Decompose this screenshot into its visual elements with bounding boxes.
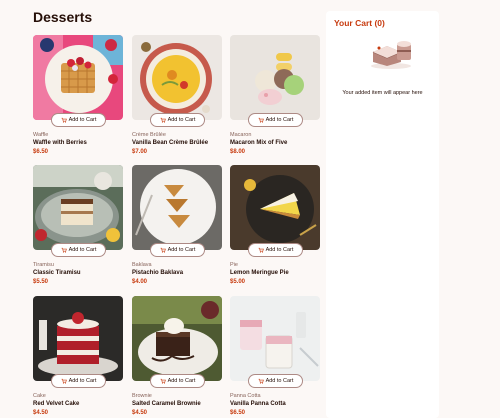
creme-brulee-photo [132, 35, 222, 120]
product-price: $8.00 [230, 149, 246, 155]
baklava-photo [132, 165, 222, 250]
page-title: Desserts [33, 9, 93, 25]
add-to-cart-button[interactable]: Add to Cart [51, 243, 106, 257]
tiramisu-photo [33, 165, 123, 250]
add-to-cart-icon [258, 378, 264, 384]
macaron-photo [230, 35, 320, 120]
add-to-cart-button[interactable]: Add to Cart [248, 243, 303, 257]
product-price: $7.00 [132, 149, 148, 155]
product-price: $5.50 [33, 279, 49, 285]
add-to-cart-icon [61, 247, 67, 253]
pie-photo [230, 165, 320, 250]
add-to-cart-button[interactable]: Add to Cart [248, 113, 303, 127]
product-price: $4.50 [33, 410, 49, 416]
product-price: $4.00 [132, 279, 148, 285]
brownie-photo [132, 296, 222, 381]
product-category: Pie [230, 262, 238, 268]
product-price: $6.50 [33, 149, 49, 155]
add-to-cart-label: Add to Cart [68, 378, 97, 384]
add-to-cart-button[interactable]: Add to Cart [248, 374, 303, 388]
panna-cotta-photo [230, 296, 320, 381]
empty-cart-cake-icon [371, 41, 411, 69]
product-name: Classic Tiramisu [33, 270, 81, 276]
product-name: Pistachio Baklava [132, 270, 184, 276]
product-category: Baklava [132, 262, 152, 268]
add-to-cart-button[interactable]: Add to Cart [51, 374, 106, 388]
cake-photo [33, 296, 123, 381]
add-to-cart-label: Add to Cart [265, 117, 294, 123]
add-to-cart-icon [61, 378, 67, 384]
add-to-cart-label: Add to Cart [265, 378, 294, 384]
add-to-cart-button[interactable]: Add to Cart [51, 113, 106, 127]
add-to-cart-label: Add to Cart [167, 117, 196, 123]
add-to-cart-icon [258, 117, 264, 123]
product-name: Lemon Meringue Pie [230, 270, 289, 276]
product-name: Vanilla Bean Crème Brûlée [132, 140, 209, 146]
add-to-cart-label: Add to Cart [68, 247, 97, 253]
add-to-cart-icon [160, 247, 166, 253]
product-category: Tiramisu [33, 262, 54, 268]
product-name: Waffle with Berries [33, 140, 87, 146]
product-price: $5.00 [230, 279, 246, 285]
product-name: Red Velvet Cake [33, 401, 80, 407]
add-to-cart-label: Add to Cart [68, 117, 97, 123]
product-price: $6.50 [230, 410, 246, 416]
product-category: Panna Cotta [230, 393, 261, 399]
add-to-cart-button[interactable]: Add to Cart [150, 243, 205, 257]
product-price: $4.50 [132, 410, 148, 416]
product-name: Macaron Mix of Five [230, 140, 288, 146]
add-to-cart-button[interactable]: Add to Cart [150, 374, 205, 388]
cart-title: Your Cart (0) [334, 18, 385, 28]
add-to-cart-icon [61, 117, 67, 123]
waffle-photo [33, 35, 123, 120]
product-category: Brownie [132, 393, 152, 399]
cart-panel: Your Cart (0) Your added item will appea… [326, 11, 439, 418]
add-to-cart-label: Add to Cart [265, 247, 294, 253]
add-to-cart-icon [160, 378, 166, 384]
product-category: Macaron [230, 132, 252, 138]
product-name: Vanilla Panna Cotta [230, 401, 286, 407]
add-to-cart-label: Add to Cart [167, 378, 196, 384]
add-to-cart-button[interactable]: Add to Cart [150, 113, 205, 127]
product-name: Salted Caramel Brownie [132, 401, 201, 407]
cart-empty-message: Your added item will appear here [342, 90, 423, 96]
add-to-cart-label: Add to Cart [167, 247, 196, 253]
product-category: Crème Brûlée [132, 132, 166, 138]
product-category: Waffle [33, 132, 49, 138]
add-to-cart-icon [258, 247, 264, 253]
product-category: Cake [33, 393, 46, 399]
add-to-cart-icon [160, 117, 166, 123]
